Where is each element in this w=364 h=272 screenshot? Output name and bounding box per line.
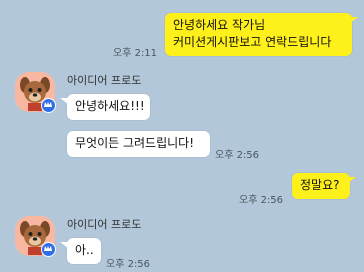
message-text: 무엇이든 그려드립니다! <box>75 136 195 150</box>
message-timestamp: 오후 2:11 <box>113 48 158 59</box>
my-message-bubble[interactable]: 정말요? <box>292 173 350 199</box>
message-text: 아.. <box>75 243 94 257</box>
message-text: 안녕하세요!!! <box>75 99 145 113</box>
bubble-tail <box>60 98 68 104</box>
their-message-bubble[interactable]: 무엇이든 그려드립니다! <box>67 131 210 157</box>
crown-badge-icon <box>41 242 56 257</box>
message-text-line: 안녕하세요 작가님 <box>173 18 266 32</box>
message-timestamp: 오후 2:56 <box>106 259 151 270</box>
message-timestamp: 오후 2:56 <box>215 150 260 161</box>
message-text-line: 커미션게시판보고 연락드립니다 <box>173 35 332 49</box>
bubble-tail <box>60 242 68 248</box>
bubble-tail <box>348 177 356 183</box>
my-message-bubble[interactable]: 안녕하세요 작가님 커미션게시판보고 연락드립니다 <box>165 13 352 56</box>
crown-badge-icon <box>41 98 56 113</box>
their-message-bubble[interactable]: 아.. <box>67 238 101 264</box>
their-message-bubble[interactable]: 안녕하세요!!! <box>67 94 150 120</box>
message-text: 정말요? <box>300 178 340 192</box>
sender-name: 아이디어 프로도 <box>67 74 142 87</box>
bubble-tail <box>350 17 358 23</box>
sender-name: 아이디어 프로도 <box>67 218 142 231</box>
message-timestamp: 오후 2:56 <box>239 195 284 206</box>
